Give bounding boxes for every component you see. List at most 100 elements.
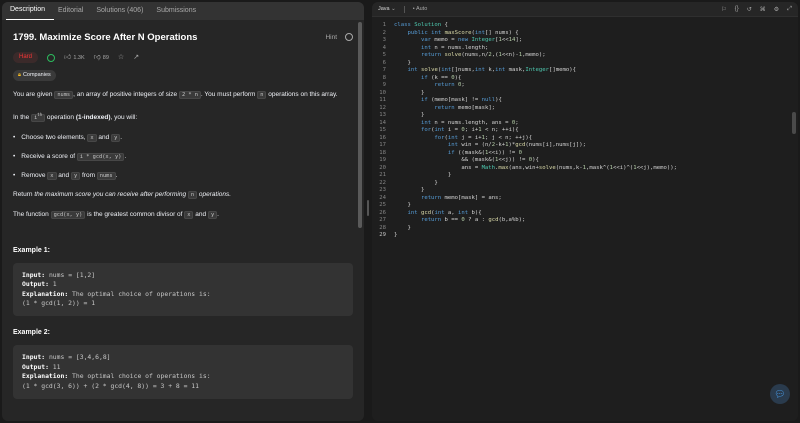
explanation-label: Explanation: [22, 372, 69, 381]
list-item-text: Choose two elements, x and y. [21, 132, 122, 144]
thumbs-up-icon: 👍︎ [64, 53, 72, 61]
dislike-button[interactable]: 👎︎ 89 [94, 54, 109, 62]
code-editor[interactable]: 1 class Solution {2 public int maxScore(i… [372, 22, 798, 240]
code-line[interactable]: 2 public int maxScore(int[] nums) { [372, 30, 798, 38]
code-line[interactable]: 15 for(int i = 0; i+1 < n; ++i){ [372, 127, 798, 135]
language-select[interactable]: Java ⌄ [378, 6, 396, 12]
code-line[interactable]: 7 int solve(int[]nums,int k,int mask,Int… [372, 67, 798, 75]
text: and [96, 133, 112, 141]
input-label: Input: [22, 353, 46, 362]
code-text: } [394, 89, 425, 96]
expand-icon[interactable]: ⤢ [787, 6, 792, 13]
tab-editorial[interactable]: Editorial [54, 7, 92, 20]
leetcode-app: Description Editorial Solutions (406) Su… [0, 0, 800, 423]
line-number: 4 [382, 44, 386, 51]
star-icon[interactable]: ☆ [118, 54, 124, 62]
code-line[interactable]: 29} [372, 232, 798, 240]
code-line[interactable]: 1 class Solution { [372, 22, 798, 30]
code-text: if (memo[mask] != null){ [420, 97, 502, 103]
share-icon[interactable]: ↗ [133, 54, 139, 62]
list-item-text: Remove x and y from nums. [21, 170, 117, 182]
editor-scrollbar[interactable] [792, 112, 796, 134]
tab-submissions[interactable]: Submissions [152, 7, 205, 20]
code-line[interactable]: 27 return b == 0 ? a : gcd(b,a%b); [372, 217, 798, 225]
code-text: for(int j = i+1; j < n; ++j){ [434, 134, 533, 141]
code-line[interactable]: 23 } [372, 187, 798, 195]
shortcut-icon[interactable]: ⌘ [760, 6, 766, 13]
text: is the greatest common divisor of [85, 210, 185, 218]
code-line[interactable]: 28 } [372, 225, 798, 233]
tab-solutions[interactable]: Solutions (406) [92, 7, 152, 20]
line-number: 13 [379, 112, 386, 118]
code-text: return b == 0 ? a : gcd(b,a%b); [420, 217, 526, 223]
text: operation [45, 113, 76, 121]
code-line[interactable]: 4 int n = nums.length; [372, 45, 798, 53]
code-line[interactable]: 22 } [372, 180, 798, 188]
lock-icon: 🔒︎ [18, 72, 21, 78]
text: You are given [13, 91, 55, 98]
text: . [115, 171, 118, 179]
inline-code: i * gcd(x, y) [76, 152, 125, 161]
description-scrollbar[interactable] [358, 22, 362, 228]
description-pane: Description Editorial Solutions (406) Su… [2, 2, 364, 421]
output-value: 1 [52, 280, 57, 289]
line-number: 24 [379, 194, 386, 201]
hint-button[interactable]: Hint [325, 34, 337, 41]
code-text: } [394, 59, 411, 66]
code-line[interactable]: 14 int n = nums.length, ans = 0; [372, 120, 798, 128]
line-number: 9 [382, 82, 386, 88]
tab-description[interactable]: Description [6, 6, 55, 20]
code-text: && (mask&(1<<j)) != 0){ [394, 157, 539, 163]
line-number: 22 [379, 179, 386, 186]
code-line[interactable]: 26 int gcd(int a, int b){ [372, 210, 798, 218]
text: and [56, 171, 71, 179]
code-line[interactable]: 16 for(int j = i+1; j < n; ++j){ [372, 135, 798, 143]
code-text: return memo[mask] = ans; [420, 194, 502, 201]
example-line: Output: 11 [22, 363, 344, 372]
code-text: class Solution { [394, 22, 448, 28]
list-item-text: Receive a score of i * gcd(x, y). [21, 151, 126, 163]
code-line[interactable]: 24 return memo[mask] = ans; [372, 195, 798, 203]
code-line[interactable]: 19 && (mask&(1<<j)) != 0){ [372, 157, 798, 165]
code-line[interactable]: 11 if (memo[mask] != null){ [372, 97, 798, 105]
code-line[interactable]: 9 return 0; [372, 82, 798, 90]
code-line[interactable]: 10 } [372, 90, 798, 98]
bookmark-icon[interactable]: ⚐ [721, 6, 726, 13]
code-line[interactable]: 17 int win = (n/2-k+1)*gcd(nums[i],nums[… [372, 142, 798, 150]
code-text: int solve(int[]nums,int k,int mask,Integ… [407, 67, 576, 73]
problem-title[interactable]: 1799. Maximize Score After N Operations [13, 32, 197, 43]
code-line[interactable]: 21 } [372, 172, 798, 180]
pane-splitter[interactable] [367, 200, 369, 216]
mode-indicator[interactable]: • Auto [413, 6, 428, 12]
code-line[interactable]: 6 } [372, 60, 798, 68]
hint-icon[interactable] [345, 33, 353, 41]
line-number: 29 [379, 232, 386, 238]
code-line[interactable]: 5 return solve(nums,n/2,(1<<n)-1,memo); [372, 52, 798, 60]
chat-button[interactable]: 💬︎ [770, 384, 790, 404]
code-line[interactable]: 12 return memo[mask]; [372, 105, 798, 113]
like-button[interactable]: 👍︎ 1.3K [64, 54, 85, 62]
companies-tag[interactable]: 🔒︎ Companies [13, 70, 56, 81]
example-line: Input: nums = [3,4,6,8] [22, 353, 344, 362]
code-line[interactable]: 20 ans = Math.max(ans,win+solve(nums,k-1… [372, 165, 798, 173]
line-number: 23 [379, 187, 386, 193]
bullet-icon: • [13, 152, 16, 160]
code-line[interactable]: 25 } [372, 202, 798, 210]
input-value: nums = [1,2] [48, 270, 96, 279]
braces-icon[interactable]: {} [735, 6, 739, 12]
code-line[interactable]: 8 if (k == 0){ [372, 75, 798, 83]
line-number: 25 [379, 202, 386, 208]
desc-para-1: You are given nums, an array of positive… [13, 89, 353, 101]
line-number: 28 [379, 224, 386, 231]
list-item: • Receive a score of i * gcd(x, y). [13, 151, 353, 163]
text: Remove [21, 171, 48, 179]
code-line[interactable]: 18 if ((mask&(1<<i)) != 0 [372, 150, 798, 158]
italic-text: the maximum score you can receive after … [34, 190, 188, 198]
code-line[interactable]: 3 var memo = new Integer[1<<14]; [372, 37, 798, 45]
dislike-count: 89 [102, 54, 109, 61]
reset-icon[interactable]: ↺ [747, 6, 752, 13]
code-line[interactable]: 13 } [372, 112, 798, 120]
gear-icon[interactable]: ⚙ [774, 6, 779, 13]
input-value: nums = [3,4,6,8] [48, 353, 111, 362]
text: Choose two elements, [21, 133, 88, 141]
